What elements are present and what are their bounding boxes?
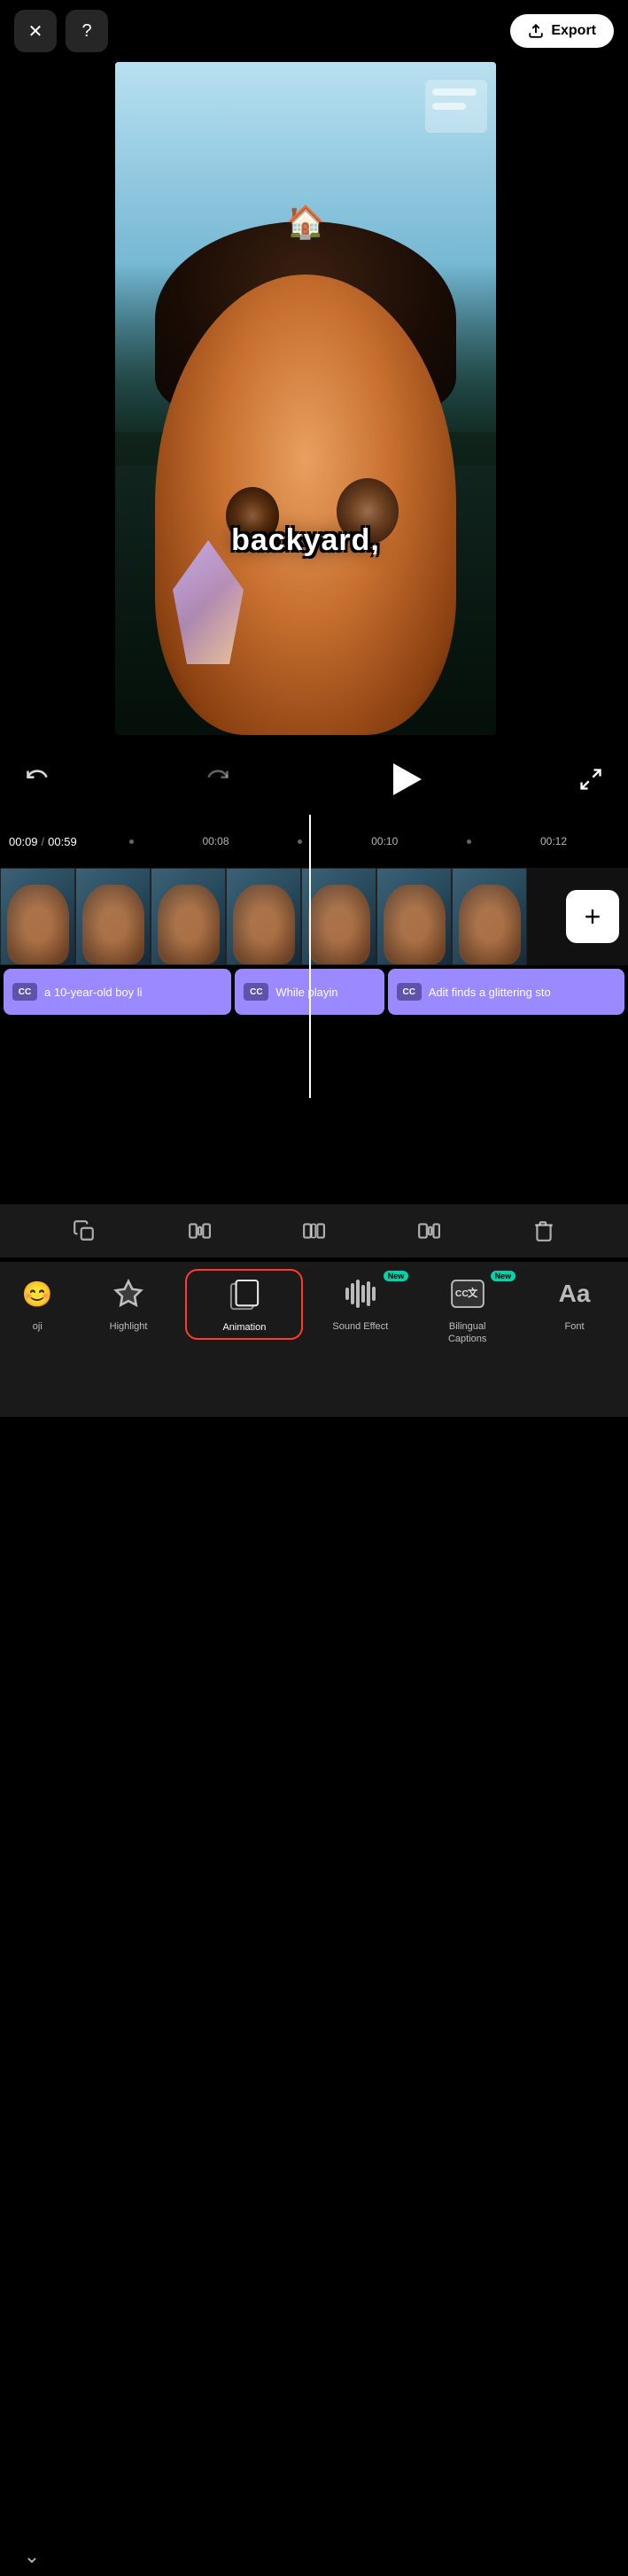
play-icon bbox=[393, 763, 422, 795]
nav-label-emoji: oji bbox=[33, 1320, 43, 1333]
nav-label-bilingual: Bilingual Captions bbox=[448, 1320, 486, 1346]
playhead bbox=[309, 815, 311, 1098]
caption-text-2: While playin bbox=[275, 986, 337, 999]
time-dot-2 bbox=[298, 839, 302, 844]
video-preview: 🏠 backyard, bbox=[115, 62, 496, 735]
trim-start-button[interactable] bbox=[180, 1211, 219, 1250]
char-face bbox=[155, 275, 456, 735]
sound-effect-badge: New bbox=[384, 1271, 409, 1281]
time-marker-2: 00:10 bbox=[371, 835, 398, 847]
blur-overlay bbox=[425, 80, 487, 133]
caption-text-1: a 10-year-old boy li bbox=[44, 986, 143, 999]
animation-icon bbox=[225, 1276, 264, 1315]
nav-item-highlight[interactable]: Highlight bbox=[75, 1274, 182, 1333]
delete-button[interactable] bbox=[524, 1211, 563, 1250]
collapse-button[interactable]: ⌄ bbox=[12, 2537, 51, 2576]
current-time: 00:09 bbox=[9, 835, 38, 848]
film-frame-2 bbox=[75, 868, 151, 965]
nav-label-highlight: Highlight bbox=[110, 1320, 148, 1333]
cc-icon-3: CC bbox=[397, 983, 422, 1001]
film-frame-4 bbox=[226, 868, 301, 965]
duplicate-button[interactable] bbox=[65, 1211, 104, 1250]
undo-button[interactable] bbox=[18, 760, 57, 799]
nav-item-font[interactable]: Aa Font bbox=[521, 1274, 628, 1333]
film-frame-6 bbox=[376, 868, 452, 965]
bottom-nav: ⌄ 😊 oji Highlight Animation New bbox=[0, 1262, 628, 1417]
film-frame-1 bbox=[0, 868, 75, 965]
cc-icon-2: CC bbox=[244, 983, 268, 1001]
bottom-toolbar bbox=[0, 1204, 628, 1257]
caption-text-3: Adit finds a glittering sto bbox=[429, 986, 551, 999]
nav-item-emoji[interactable]: 😊 oji bbox=[0, 1274, 75, 1333]
character-area bbox=[137, 221, 474, 735]
add-media-button[interactable]: + bbox=[566, 890, 619, 943]
caption-item-3[interactable]: CC Adit finds a glittering sto bbox=[388, 969, 624, 1015]
fullscreen-icon bbox=[578, 767, 603, 792]
nav-item-animation[interactable]: Animation bbox=[185, 1269, 303, 1340]
bilingual-captions-icon: CC 文 bbox=[448, 1274, 487, 1313]
time-track: 00:08 00:10 00:12 bbox=[77, 835, 619, 847]
font-icon: Aa bbox=[555, 1274, 594, 1313]
top-bar: ✕ ? Export bbox=[0, 0, 628, 62]
filmstrip-container: + bbox=[0, 868, 628, 965]
emoji-icon: 😊 bbox=[18, 1274, 57, 1313]
time-marker-1: 00:08 bbox=[203, 835, 229, 847]
film-frame-7 bbox=[452, 868, 527, 965]
filmstrip bbox=[0, 868, 566, 965]
cc-icon-1: CC bbox=[12, 983, 37, 1001]
time-marker-3: 00:12 bbox=[540, 835, 567, 847]
export-button[interactable]: Export bbox=[510, 14, 614, 48]
close-button[interactable]: ✕ bbox=[14, 10, 57, 52]
trim-mid-button[interactable] bbox=[294, 1211, 333, 1250]
sound-effect-icon bbox=[341, 1274, 380, 1313]
total-time: 00:59 bbox=[48, 835, 77, 848]
house-emoji: 🏠 bbox=[286, 204, 326, 241]
time-dot-3 bbox=[467, 839, 471, 844]
undo-icon bbox=[25, 767, 50, 792]
time-dot bbox=[129, 839, 134, 844]
nav-label-animation: Animation bbox=[222, 1322, 266, 1333]
delete-icon bbox=[532, 1219, 555, 1242]
bilingual-badge: New bbox=[491, 1271, 516, 1281]
caption-tracks: CC a 10-year-old boy li CC While playin … bbox=[0, 965, 628, 1018]
top-left-buttons: ✕ ? bbox=[14, 10, 108, 52]
film-frame-5 bbox=[301, 868, 376, 965]
video-bg: 🏠 backyard, bbox=[115, 62, 496, 735]
nav-label-sound-effect: Sound Effect bbox=[332, 1320, 388, 1333]
svg-text:文: 文 bbox=[468, 1287, 478, 1299]
duplicate-icon bbox=[73, 1219, 96, 1242]
highlight-icon bbox=[109, 1274, 148, 1313]
trim-end-button[interactable] bbox=[409, 1211, 448, 1250]
svg-text:CC: CC bbox=[455, 1289, 469, 1299]
timeline-area: 00:09 / 00:59 00:08 00:10 00:12 bbox=[0, 815, 628, 868]
film-frame-3 bbox=[151, 868, 226, 965]
trim-start-icon bbox=[188, 1219, 211, 1242]
time-separator: / bbox=[42, 835, 45, 848]
nav-item-bilingual[interactable]: New CC 文 Bilingual Captions bbox=[414, 1274, 521, 1346]
help-button[interactable]: ? bbox=[66, 10, 108, 52]
controls-bar bbox=[0, 744, 628, 815]
export-icon bbox=[528, 23, 544, 39]
caption-item-1[interactable]: CC a 10-year-old boy li bbox=[4, 969, 231, 1015]
trim-end-icon bbox=[417, 1219, 440, 1242]
fullscreen-button[interactable] bbox=[571, 760, 610, 799]
empty-track bbox=[0, 1023, 628, 1200]
subtitle-text: backyard, bbox=[231, 523, 380, 558]
redo-button[interactable] bbox=[198, 760, 237, 799]
play-button[interactable] bbox=[380, 754, 430, 804]
nav-label-font: Font bbox=[565, 1320, 585, 1333]
redo-icon bbox=[205, 767, 230, 792]
nav-item-sound-effect[interactable]: New Sound Effect bbox=[306, 1274, 414, 1333]
trim-mid-icon bbox=[302, 1219, 325, 1242]
